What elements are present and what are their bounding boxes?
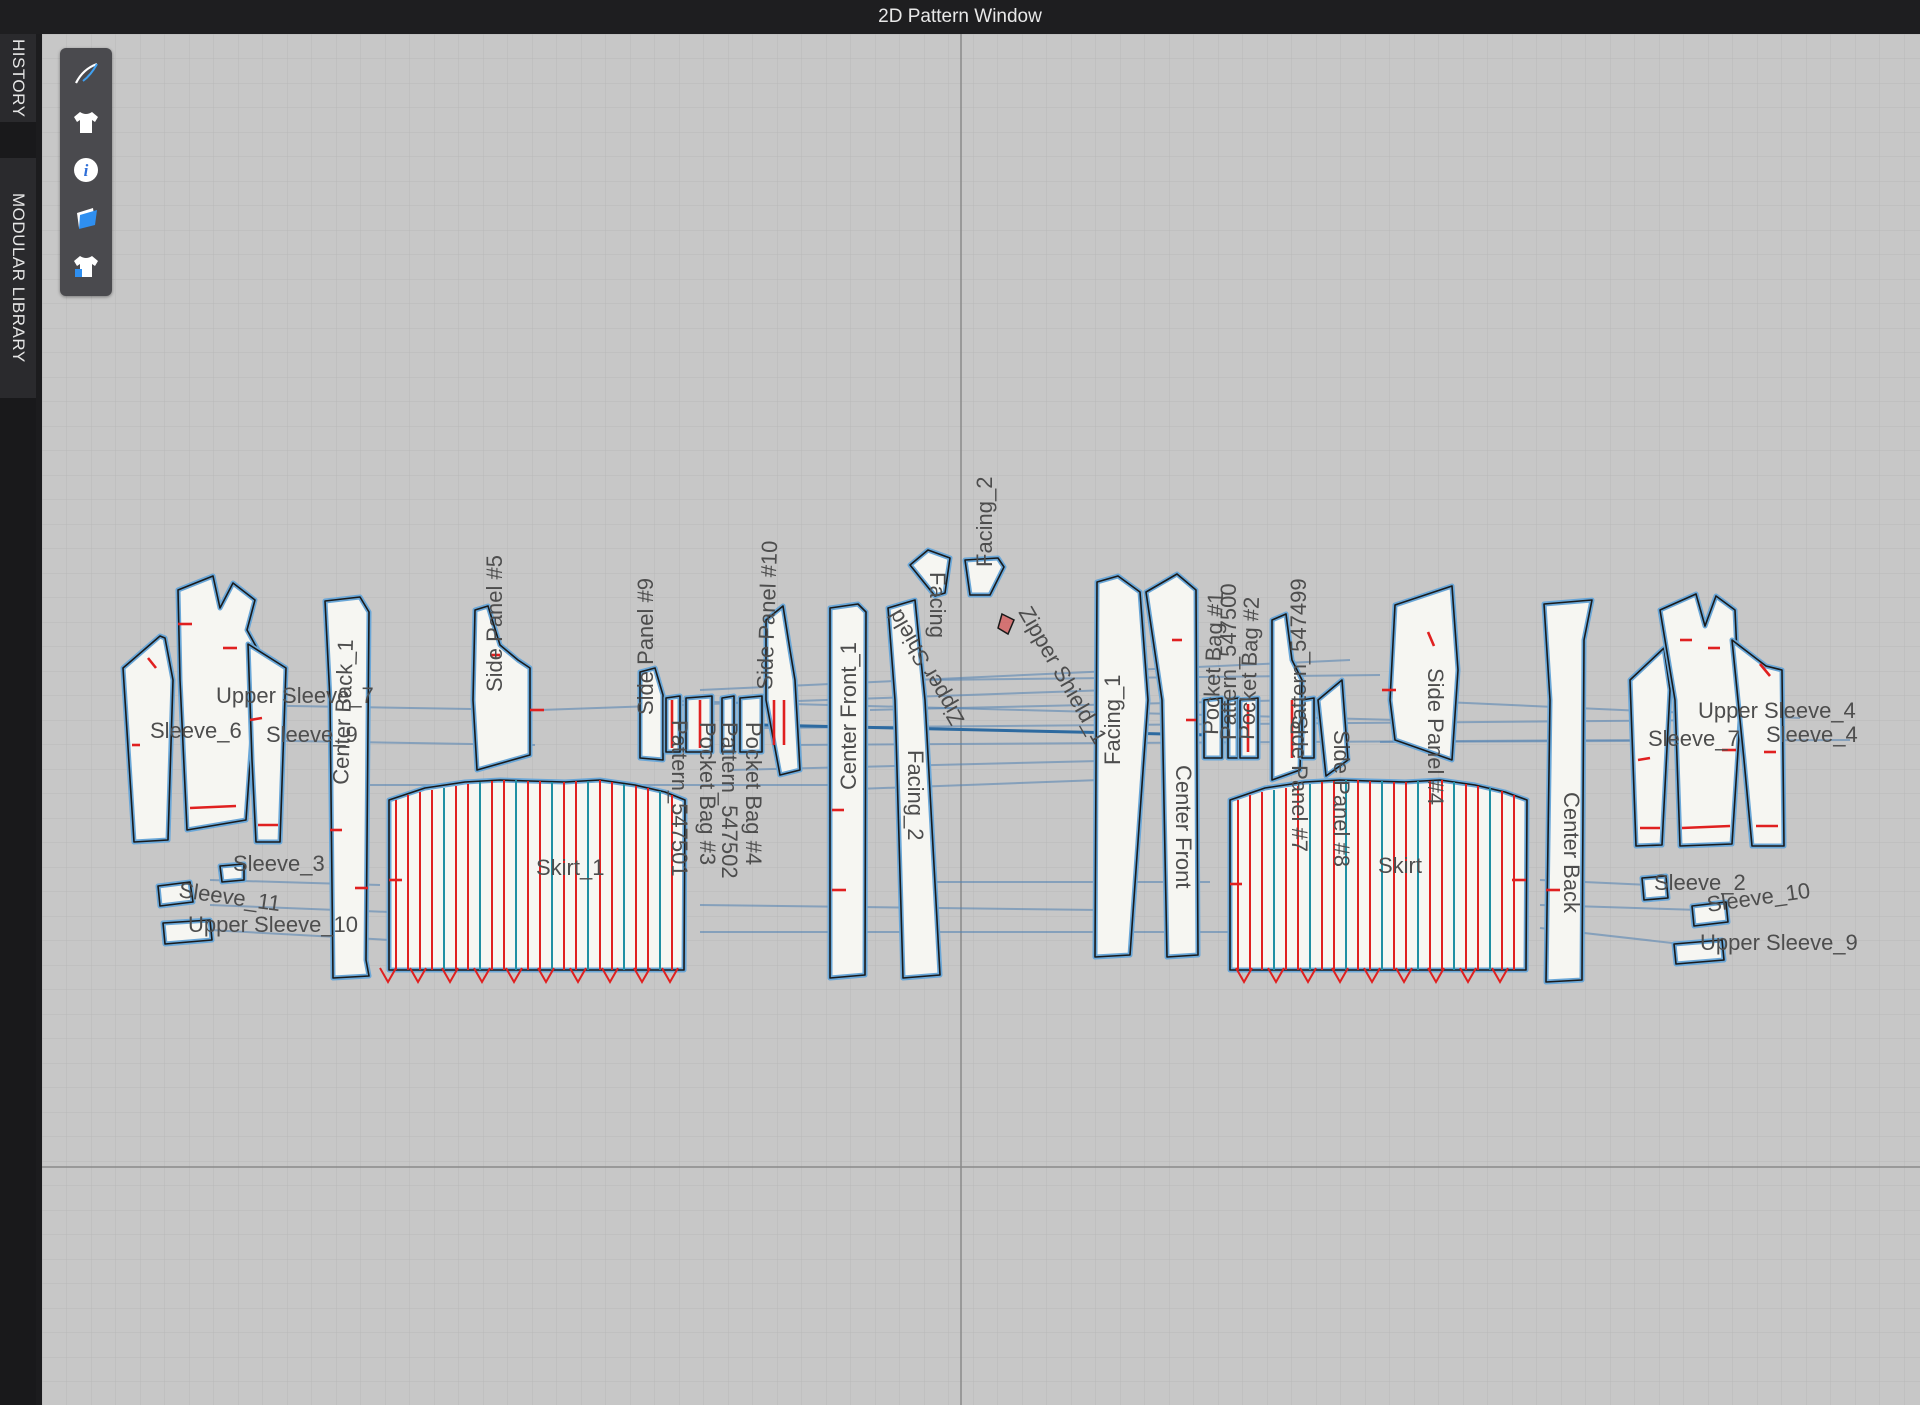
piece-skirt[interactable] [1227,777,1530,985]
pattern-drawing[interactable]: Upper Sleeve_7 Sleeve_6 Sleeve_9 Center … [42,34,1920,1405]
label-upper-sleeve-9: Upper Sleeve_9 [1700,930,1858,955]
label-pocket-bag-4: Pocket Bag #4 [741,722,766,865]
label-side-panel-5: Side Panel #5 [482,555,507,692]
label-side-panel-7: Side Panel #7 [1287,715,1312,852]
label-center-back-1: Center Back_1 [328,639,358,785]
label-facing-1: Facing_1 [1100,674,1125,765]
label-pattern-547499: Pattern_547499 [1286,578,1311,735]
label-facing-2: Facing_2 [903,750,928,841]
label-upper-sleeve-10: Upper Sleeve_10 [188,912,358,937]
tool-palette: i [60,48,112,296]
garment-tool-button[interactable] [68,104,104,140]
modular-library-tab-label: MODULAR LIBRARY [9,193,28,363]
window-title-bar: 2D Pattern Window [0,0,1920,34]
layers-tool-button[interactable] [68,200,104,236]
info-tool-button[interactable]: i [68,152,104,188]
label-pocket-bag-2: Pocket Bag #2 [1234,596,1264,740]
label-center-front: Center Front [1171,765,1196,889]
piece-skirt-1[interactable] [379,777,688,985]
pattern-canvas[interactable]: Upper Sleeve_7 Sleeve_6 Sleeve_9 Center … [42,34,1920,1405]
side-tab-strip: HISTORY MODULAR LIBRARY [0,34,36,1405]
pen-icon [75,62,98,84]
label-side-panel-4: Side Panel #4 [1423,668,1448,805]
label-pocket-bag-3: Pocket Bag #3 [695,722,720,865]
label-center-front-1: Center Front_1 [836,642,861,790]
history-tab[interactable]: HISTORY [0,34,36,122]
label-pattern-547501: Pattern_547501 [667,720,692,877]
label-side-panel-9: Side Panel #9 [633,578,658,715]
garment-icon [74,112,98,133]
label-sleeve-4: Sleeve_4 [1766,722,1858,747]
label-sleeve-7: Sleeve_7 [1648,726,1740,751]
label-facing: Facing [925,572,950,638]
info-icon: i [74,158,98,182]
label-side-panel-10: Side Panel #10 [752,540,782,690]
pen-tool-button[interactable] [68,56,104,92]
label-pattern-547502: Pattern_547502 [717,722,742,879]
label-sleeve-6: Sleeve_6 [150,718,242,743]
window-title: 2D Pattern Window [878,6,1042,27]
label-upper-sleeve-4: Upper Sleeve_4 [1698,698,1856,723]
piece-center-back[interactable] [1541,597,1595,985]
avatar-garment-icon [74,256,98,277]
history-tab-label: HISTORY [9,38,28,118]
label-skirt-1: Skirt_1 [536,855,604,880]
label-center-back: Center Back [1559,792,1584,914]
label-facing-2-top: Facing_2 [972,476,997,567]
label-skirt: Skirt [1378,853,1422,878]
avatar-garment-tool-button[interactable] [68,248,104,284]
label-side-panel-8: Side Panel #8 [1329,730,1354,867]
modular-library-tab[interactable]: MODULAR LIBRARY [0,158,36,398]
svg-text:i: i [84,161,89,180]
label-sleeve-3: Sleeve_3 [233,851,325,876]
layers-icon [77,208,97,229]
